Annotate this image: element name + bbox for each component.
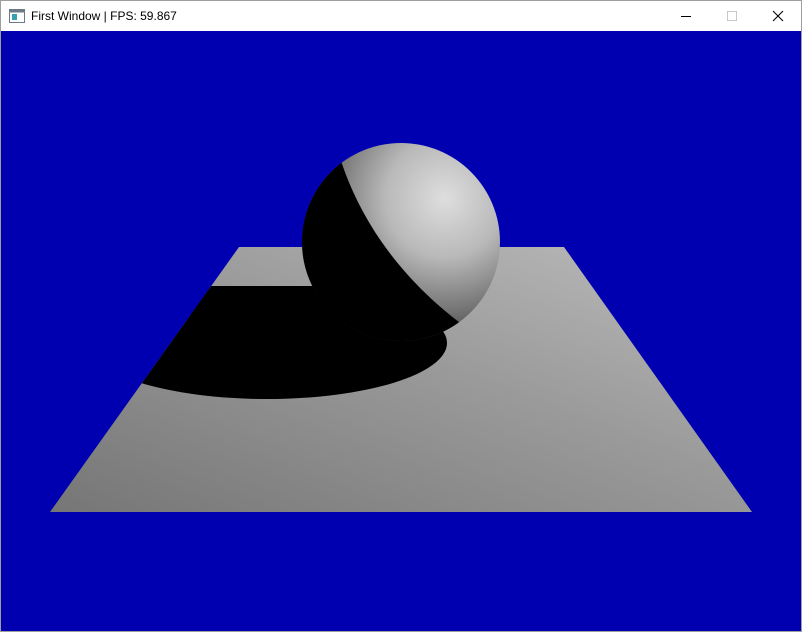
app-window-icon [9,9,25,23]
render-viewport[interactable] [1,31,801,631]
title-bar[interactable]: First Window | FPS: 59.867 [1,1,801,31]
maximize-button[interactable] [709,1,755,31]
close-button[interactable] [755,1,801,31]
window-title: First Window | FPS: 59.867 [31,9,177,23]
minimize-button[interactable] [663,1,709,31]
minimize-icon [681,16,691,17]
scene-canvas [50,143,752,512]
maximize-icon [727,11,737,21]
close-icon [772,10,784,22]
app-window: First Window | FPS: 59.867 [0,0,802,632]
